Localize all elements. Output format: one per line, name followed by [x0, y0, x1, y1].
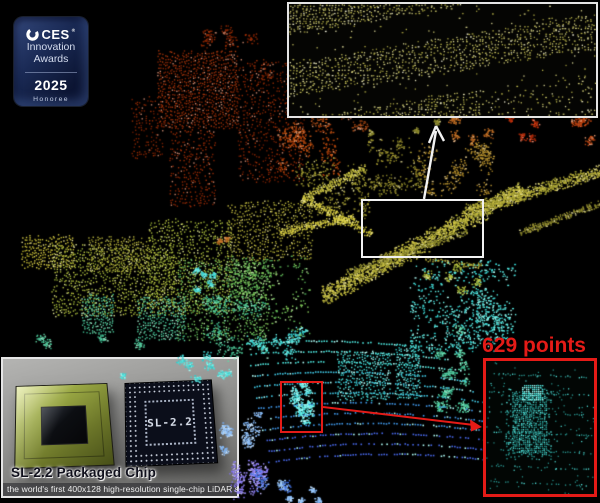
points-count-label: 629 points	[466, 334, 586, 358]
ceramic-chip-frame	[24, 391, 104, 460]
ces-award-badge: CES ® Innovation Awards 2025 Honoree	[14, 17, 88, 106]
bga-chip-label: SL-2.2	[125, 380, 217, 466]
chip-inset-title: SL-2.2 Packaged Chip	[11, 465, 156, 480]
bga-chip-image: SL-2.2	[124, 379, 218, 467]
pedestrian-highlight-rect	[280, 381, 323, 433]
chip-inset: SL-2.2 SL-2.2 Packaged Chip the world's …	[1, 357, 239, 498]
highlight-rect-white	[361, 199, 484, 258]
registered-mark: ®	[72, 28, 76, 34]
pedestrian-canvas	[486, 361, 594, 494]
ces-brand-text: CES	[41, 28, 69, 41]
pedestrian-detail-inset	[483, 358, 597, 497]
ceramic-chip-die	[41, 405, 88, 446]
badge-year: 2025	[34, 78, 67, 93]
badge-line-awards: Awards	[34, 53, 69, 65]
chip-inset-subtitle: the world's first 400x128 high-resolutio…	[3, 483, 237, 496]
badge-divider	[25, 72, 77, 73]
lidar-promo-figure: SL-2.2 SL-2.2 Packaged Chip the world's …	[0, 0, 600, 503]
ceramic-chip-image	[14, 383, 115, 469]
zoom-arrow-icon	[424, 126, 444, 199]
zoom-inset-canvas	[289, 4, 596, 116]
badge-honoree: Honoree	[33, 96, 69, 103]
zoom-inset	[287, 2, 598, 118]
badge-line-innovation: Innovation	[27, 41, 75, 53]
ces-logo-icon	[26, 28, 39, 41]
detail-arrow-icon	[323, 407, 482, 432]
ces-logo: CES ®	[26, 28, 75, 41]
